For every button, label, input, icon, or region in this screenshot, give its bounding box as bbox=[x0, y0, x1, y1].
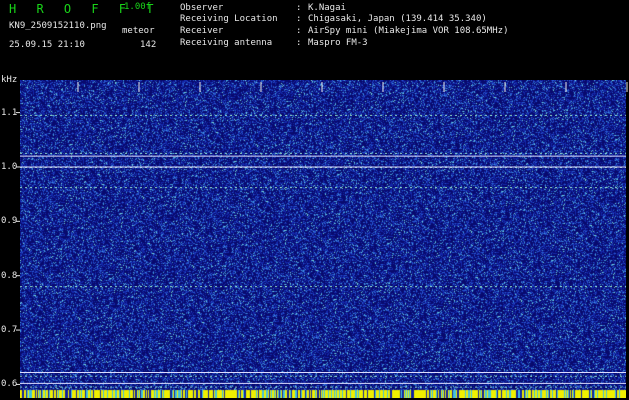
y-tick-label: 1.1 bbox=[1, 107, 18, 118]
info-key-antenna: Receiving antenna bbox=[180, 38, 273, 48]
y-tick-label: 0.6 bbox=[1, 379, 18, 390]
file-name: KN9_2509152110.png bbox=[9, 21, 107, 31]
info-colon: : bbox=[296, 3, 302, 13]
y-tick-label: 0.7 bbox=[1, 325, 18, 336]
info-key-observer: Observer bbox=[180, 3, 224, 13]
info-value-location: Chigasaki, Japan (139.414 35.340) bbox=[308, 14, 487, 24]
info-key-location: Receiving Location bbox=[180, 14, 278, 24]
meteor-count: 142 bbox=[140, 40, 157, 50]
info-value-observer: K.Nagai bbox=[308, 3, 346, 13]
info-value-receiver: AirSpy mini (Miakejima VOR 108.65MHz) bbox=[308, 26, 509, 36]
info-key-receiver: Receiver bbox=[180, 26, 224, 36]
timestamp: 25.09.15 21:10 bbox=[9, 40, 85, 50]
info-colon: : bbox=[296, 14, 302, 24]
app-version: 1.00f bbox=[124, 2, 152, 12]
info-colon: : bbox=[296, 26, 302, 36]
hrofft-window: H R O F F T 1.00f KN9_2509152110.png met… bbox=[0, 0, 629, 400]
y-tick-label: 0.8 bbox=[1, 270, 18, 281]
y-tick-label: 0.9 bbox=[1, 216, 18, 227]
waterfall-spectrogram bbox=[20, 80, 626, 398]
y-axis-unit: kHz bbox=[1, 75, 18, 85]
info-value-antenna: Maspro FM-3 bbox=[308, 38, 368, 48]
meteor-label: meteor bbox=[122, 26, 155, 36]
info-colon: : bbox=[296, 38, 302, 48]
y-tick-label: 1.0 bbox=[1, 161, 18, 172]
